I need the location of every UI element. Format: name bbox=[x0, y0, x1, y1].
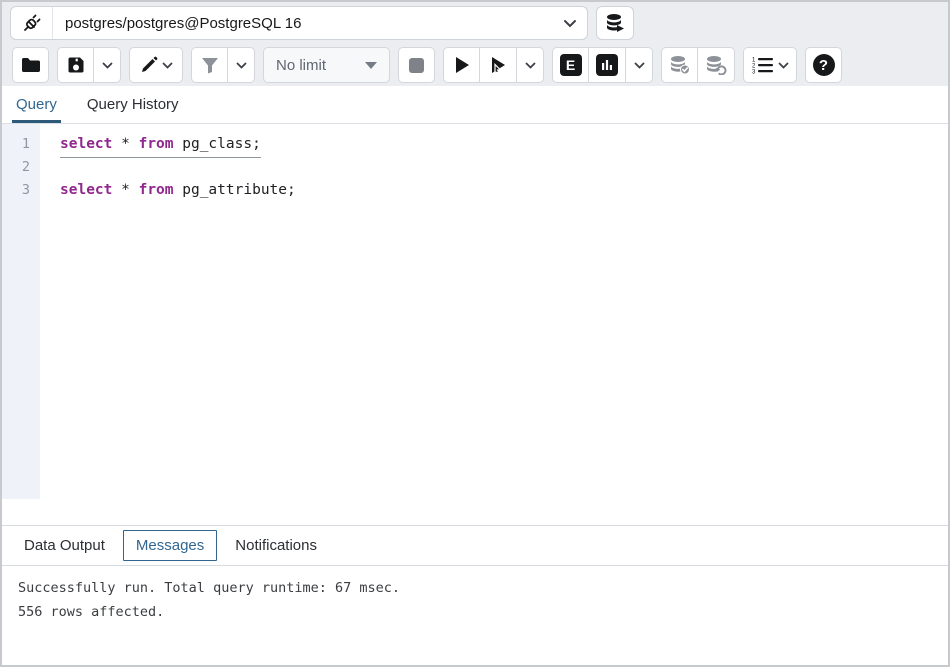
filter-options-dropdown[interactable] bbox=[228, 47, 255, 83]
output-tab-strip: Data Output Messages Notifications bbox=[2, 525, 948, 565]
message-line: Successfully run. Total query runtime: 6… bbox=[18, 576, 932, 600]
open-file-button[interactable] bbox=[12, 47, 49, 83]
chevron-down-icon bbox=[162, 62, 173, 69]
tab-data-output[interactable]: Data Output bbox=[14, 531, 115, 560]
line-number-gutter: 123 bbox=[2, 124, 40, 499]
stop-button[interactable] bbox=[398, 47, 435, 83]
chevron-down-icon bbox=[236, 62, 247, 69]
sql-editor[interactable]: 123 select * from pg_class;select * from… bbox=[2, 124, 948, 499]
tab-query-history[interactable]: Query History bbox=[85, 86, 181, 123]
messages-panel: Successfully run. Total query runtime: 6… bbox=[2, 565, 948, 665]
line-number: 1 bbox=[2, 133, 40, 156]
connection-bar: postgres/postgres@PostgreSQL 16 bbox=[2, 2, 948, 44]
row-limit-select[interactable]: No limit bbox=[263, 47, 390, 83]
code-line[interactable]: select * from pg_class; bbox=[60, 133, 948, 156]
explain-button[interactable]: E bbox=[552, 47, 589, 83]
save-options-dropdown[interactable] bbox=[94, 47, 121, 83]
line-number: 3 bbox=[2, 179, 40, 202]
filter-icon bbox=[201, 57, 219, 74]
query-tab-strip: Query Query History bbox=[2, 86, 948, 124]
folder-icon bbox=[21, 57, 41, 73]
execute-button[interactable] bbox=[443, 47, 480, 83]
tab-notifications[interactable]: Notifications bbox=[225, 531, 327, 560]
stop-icon bbox=[409, 58, 424, 73]
pencil-icon bbox=[140, 56, 158, 74]
code-area[interactable]: select * from pg_class;select * from pg_… bbox=[40, 124, 948, 499]
rollback-button[interactable] bbox=[698, 47, 735, 83]
database-rollback-icon bbox=[705, 55, 727, 75]
message-line: 556 rows affected. bbox=[18, 600, 932, 624]
toolbar: No limit bbox=[2, 44, 948, 86]
execute-options-button[interactable] bbox=[480, 47, 517, 83]
help-button[interactable]: ? bbox=[805, 47, 842, 83]
line-number: 2 bbox=[2, 156, 40, 179]
chevron-down-icon bbox=[102, 62, 113, 69]
save-button[interactable] bbox=[57, 47, 94, 83]
database-commit-icon bbox=[669, 55, 691, 75]
chevron-down-icon bbox=[525, 62, 536, 69]
ordered-list-icon: 1 2 3 bbox=[752, 56, 774, 74]
edit-menu-button[interactable] bbox=[129, 47, 183, 83]
new-connection-button[interactable] bbox=[596, 6, 634, 40]
filter-button[interactable] bbox=[191, 47, 228, 83]
chevron-down-icon bbox=[778, 62, 789, 69]
plug-icon bbox=[11, 7, 53, 39]
tab-query[interactable]: Query bbox=[14, 86, 59, 123]
execute-dropdown[interactable] bbox=[517, 47, 544, 83]
svg-text:3: 3 bbox=[752, 70, 756, 75]
connection-selector[interactable]: postgres/postgres@PostgreSQL 16 bbox=[10, 6, 588, 40]
chevron-down-icon bbox=[553, 19, 587, 28]
row-limit-value: No limit bbox=[276, 57, 326, 74]
connection-value: postgres/postgres@PostgreSQL 16 bbox=[53, 15, 553, 32]
chevron-down-icon bbox=[634, 62, 645, 69]
explain-options-dropdown[interactable] bbox=[626, 47, 653, 83]
code-line[interactable]: select * from pg_attribute; bbox=[60, 179, 948, 202]
macros-button[interactable]: 1 2 3 bbox=[743, 47, 797, 83]
query-tool-window: postgres/postgres@PostgreSQL 16 bbox=[0, 0, 950, 667]
code-line[interactable] bbox=[60, 156, 948, 179]
editor-bottom-spacer bbox=[2, 499, 948, 525]
commit-button[interactable] bbox=[661, 47, 698, 83]
help-icon: ? bbox=[813, 54, 835, 76]
database-connect-icon bbox=[604, 13, 626, 33]
analyze-chart-icon bbox=[596, 54, 618, 76]
dropdown-arrow-icon bbox=[365, 62, 377, 69]
save-icon bbox=[67, 56, 85, 74]
explain-icon: E bbox=[560, 54, 582, 76]
play-icon bbox=[454, 56, 470, 74]
explain-analyze-button[interactable] bbox=[589, 47, 626, 83]
play-cursor-icon bbox=[489, 56, 507, 74]
tab-messages[interactable]: Messages bbox=[123, 530, 217, 561]
